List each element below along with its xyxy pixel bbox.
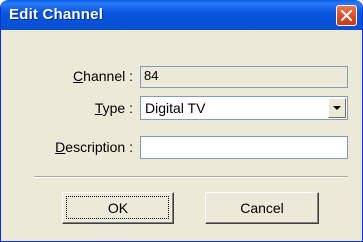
type-select[interactable]: Digital TV	[140, 96, 348, 120]
type-selected-value: Digital TV	[145, 100, 206, 116]
type-label: Type :	[94, 100, 133, 116]
channel-label: Channel :	[73, 68, 133, 84]
ok-button[interactable]: OK	[62, 192, 174, 224]
description-label: Description :	[55, 139, 133, 155]
title-bar[interactable]: Edit Channel	[1, 0, 362, 30]
channel-field: 84	[140, 66, 348, 88]
description-field[interactable]	[140, 136, 348, 159]
separator	[34, 176, 348, 178]
cancel-button-label: Cancel	[240, 200, 284, 216]
edit-channel-dialog: Edit Channel Channel : 84 Type : Digital…	[0, 0, 363, 242]
focus-ring	[66, 196, 169, 219]
chevron-down-icon	[333, 106, 341, 110]
close-icon	[341, 10, 352, 21]
type-dropdown-button[interactable]	[328, 98, 346, 118]
cancel-button[interactable]: Cancel	[205, 192, 319, 224]
window-title: Edit Channel	[9, 6, 104, 23]
close-button[interactable]	[336, 5, 357, 26]
